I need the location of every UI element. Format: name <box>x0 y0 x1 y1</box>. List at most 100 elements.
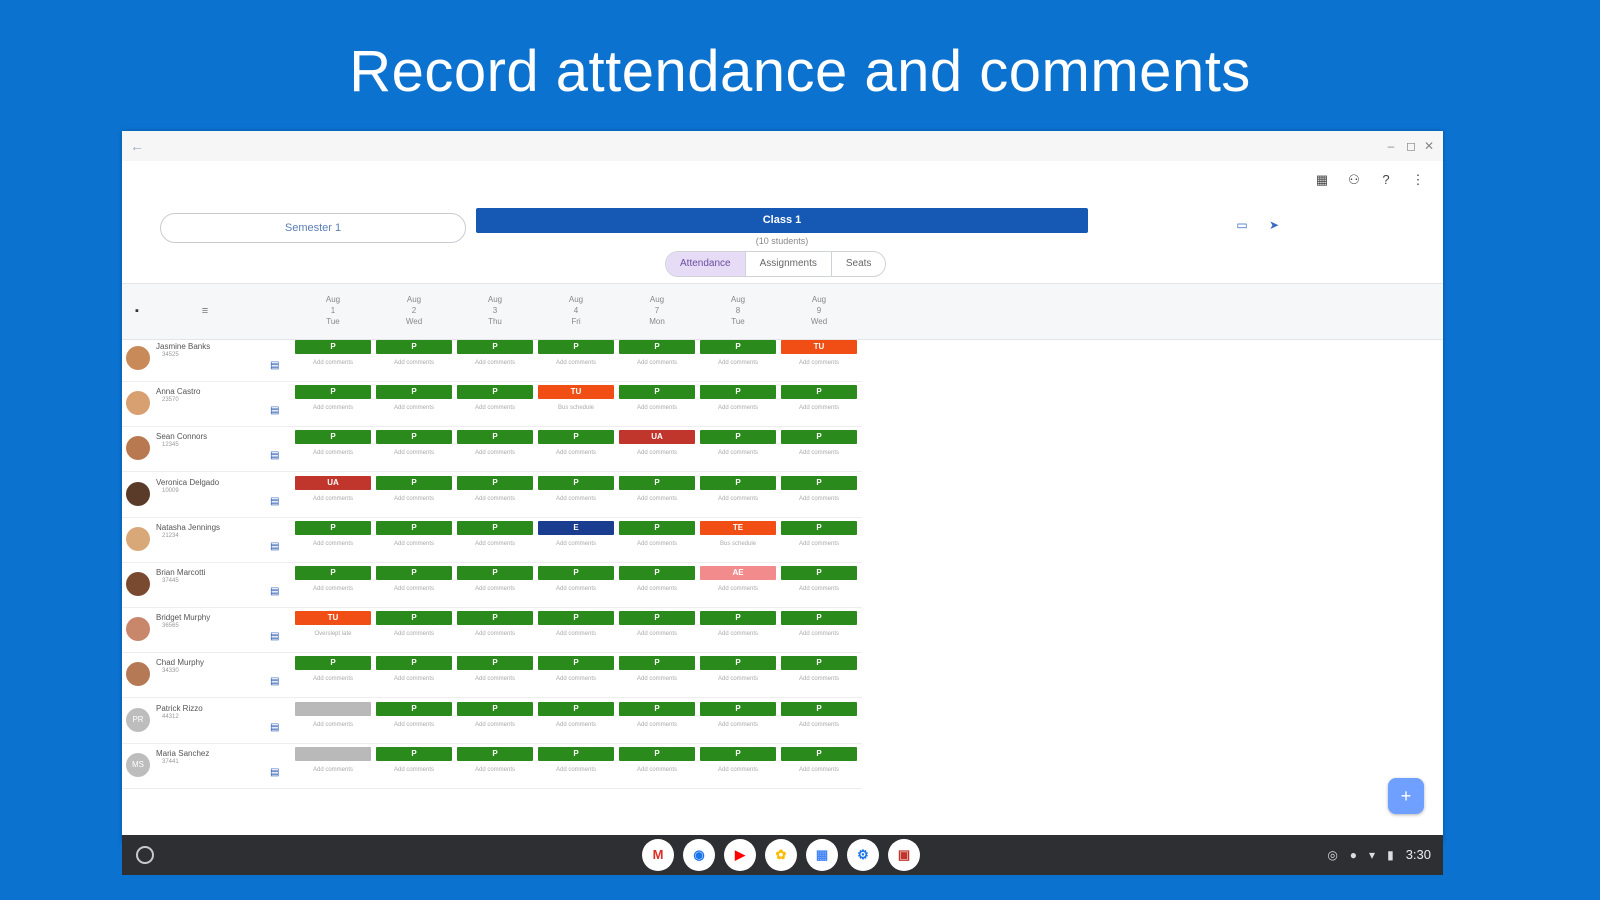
student-name[interactable]: Bridget Murphy <box>156 613 210 622</box>
attendance-chip[interactable]: P <box>700 385 776 400</box>
attendance-chip[interactable]: P <box>457 430 533 445</box>
comment-field[interactable]: Add comments <box>619 631 695 637</box>
help-icon[interactable]: ? <box>1377 171 1395 189</box>
attendance-chip[interactable]: P <box>619 656 695 671</box>
semester-selector[interactable]: Semester 1 <box>160 213 466 243</box>
attendance-chip[interactable]: P <box>538 746 614 761</box>
comment-field[interactable]: Add comments <box>781 722 857 728</box>
tablet-icon[interactable]: ▭ <box>1234 217 1250 233</box>
gmail-icon[interactable]: M <box>642 839 674 871</box>
attendance-chip[interactable]: P <box>781 656 857 671</box>
comment-field[interactable]: Add comments <box>619 405 695 411</box>
chrome-icon[interactable]: ◉ <box>683 839 715 871</box>
comment-field[interactable]: Add comments <box>619 722 695 728</box>
class-selector[interactable]: Class 1 <box>476 208 1088 233</box>
comment-field[interactable]: Add comments <box>700 586 776 592</box>
notes-icon[interactable]: ▤ <box>270 360 280 372</box>
back-arrow-icon[interactable]: ← <box>128 137 146 155</box>
attendance-chip[interactable]: P <box>700 656 776 671</box>
notes-icon[interactable]: ▤ <box>270 541 280 553</box>
screen-capture-icon[interactable]: ◎ <box>1327 846 1337 864</box>
attendance-chip[interactable]: P <box>781 520 857 535</box>
attendance-chip[interactable]: P <box>376 701 452 716</box>
attendance-chip[interactable]: P <box>700 611 776 626</box>
attendance-chip[interactable]: P <box>457 520 533 535</box>
comment-field[interactable]: Add comments <box>376 450 452 456</box>
notes-icon[interactable]: ▤ <box>270 676 280 688</box>
tab-assignments[interactable]: Assignments <box>746 252 832 276</box>
comment-field[interactable]: Add comments <box>538 496 614 502</box>
attendance-chip[interactable]: TE <box>700 520 776 535</box>
attendance-chip[interactable]: P <box>619 475 695 490</box>
attendance-chip[interactable]: P <box>700 746 776 761</box>
comment-field[interactable]: Add comments <box>457 405 533 411</box>
attendance-chip[interactable]: P <box>781 475 857 490</box>
comment-field[interactable]: Add comments <box>700 631 776 637</box>
comment-field[interactable]: Add comments <box>538 541 614 547</box>
attendance-chip[interactable]: P <box>457 701 533 716</box>
attendance-chip[interactable]: AE <box>700 566 776 580</box>
student-name[interactable]: Anna Castro <box>156 387 200 396</box>
attendance-chip[interactable]: P <box>376 340 452 354</box>
attendance-chip[interactable]: P <box>457 656 533 671</box>
attendance-chip[interactable]: P <box>457 566 533 580</box>
attendance-chip[interactable]: P <box>376 520 452 535</box>
comment-field[interactable]: Add comments <box>376 586 452 592</box>
comment-field[interactable]: Bus schedule <box>538 405 614 411</box>
comment-field[interactable]: Add comments <box>457 767 533 773</box>
attendance-chip[interactable]: P <box>700 701 776 716</box>
attendance-chip[interactable]: P <box>457 746 533 761</box>
settings-icon[interactable]: ⚙ <box>847 839 879 871</box>
comment-field[interactable]: Add comments <box>295 450 371 456</box>
comment-field[interactable]: Add comments <box>376 767 452 773</box>
attendance-chip[interactable]: P <box>295 385 371 400</box>
comment-field[interactable]: Add comments <box>376 405 452 411</box>
tab-attendance[interactable]: Attendance <box>666 252 746 276</box>
attendance-chip[interactable]: P <box>538 611 614 626</box>
comment-field[interactable]: Add comments <box>700 767 776 773</box>
attendance-chip[interactable]: P <box>376 385 452 400</box>
comment-field[interactable]: Add comments <box>295 496 371 502</box>
comment-field[interactable]: Add comments <box>700 676 776 682</box>
comment-field[interactable]: Add comments <box>619 450 695 456</box>
attendance-chip[interactable]: P <box>538 340 614 354</box>
attendance-chip[interactable]: P <box>781 611 857 626</box>
student-name[interactable]: Maria Sanchez <box>156 749 209 758</box>
comment-field[interactable]: Add comments <box>457 631 533 637</box>
share-icon[interactable]: ➤ <box>1266 217 1282 233</box>
attendance-chip[interactable]: P <box>619 520 695 535</box>
qr-code-icon[interactable]: ▦ <box>1313 171 1331 189</box>
attendance-chip[interactable]: UA <box>295 475 371 490</box>
attendance-chip[interactable]: P <box>781 385 857 400</box>
comment-field[interactable]: Add comments <box>619 496 695 502</box>
attendance-chip[interactable]: P <box>781 430 857 445</box>
avatar[interactable]: PR <box>126 707 150 732</box>
save-icon[interactable]: ▪ <box>130 304 144 318</box>
avatar[interactable] <box>126 617 150 642</box>
wifi-icon[interactable]: ▾ <box>1369 846 1375 864</box>
comment-field[interactable]: Add comments <box>781 767 857 773</box>
attendance-chip[interactable]: P <box>619 340 695 354</box>
attendance-chip[interactable]: P <box>538 656 614 671</box>
attendance-chip[interactable]: P <box>700 475 776 490</box>
comment-field[interactable]: Add comments <box>457 676 533 682</box>
comment-field[interactable]: Bus schedule <box>700 541 776 547</box>
notes-icon[interactable]: ▤ <box>270 405 280 417</box>
attendance-chip[interactable]: P <box>457 340 533 354</box>
comment-field[interactable]: Add comments <box>295 676 371 682</box>
attendance-chip[interactable]: P <box>295 520 371 535</box>
tab-seats[interactable]: Seats <box>832 252 886 276</box>
attendance-chip[interactable]: P <box>781 566 857 580</box>
attendance-chip[interactable]: P <box>538 430 614 445</box>
attendance-chip[interactable]: P <box>619 566 695 580</box>
comment-field[interactable]: Add comments <box>538 767 614 773</box>
attendance-chip[interactable]: P <box>376 611 452 626</box>
comment-field[interactable]: Add comments <box>619 586 695 592</box>
comment-field[interactable]: Add comments <box>538 450 614 456</box>
attendance-chip[interactable]: P <box>376 656 452 671</box>
comment-field[interactable]: Add comments <box>538 586 614 592</box>
photos-icon[interactable]: ✿ <box>765 839 797 871</box>
avatar[interactable] <box>126 481 150 506</box>
attendance-chip[interactable]: P <box>295 340 371 354</box>
attendance-chip[interactable]: P <box>376 746 452 761</box>
